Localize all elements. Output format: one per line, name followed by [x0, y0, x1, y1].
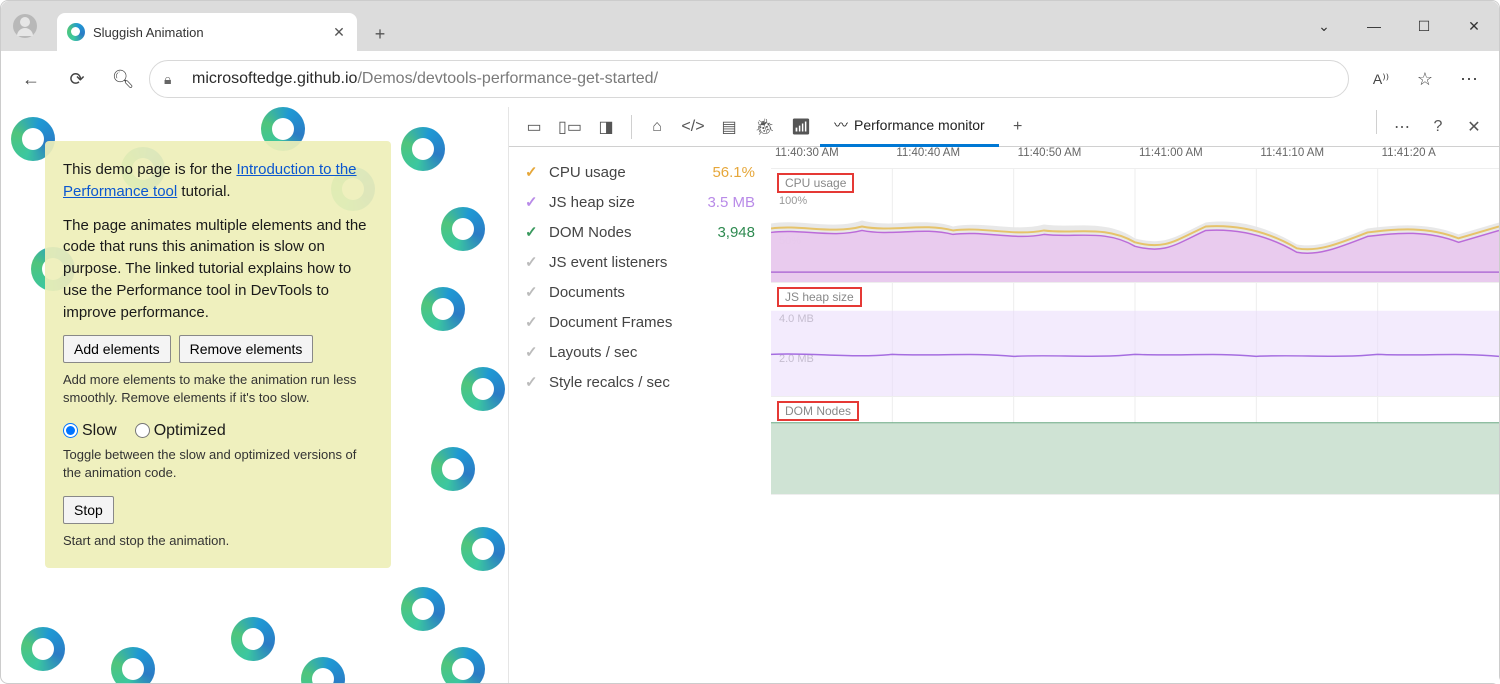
intro-text: This demo page is for the Introduction t… [63, 159, 373, 203]
console-tab-icon[interactable]: ▤ [712, 110, 746, 144]
chart-dom-nodes: DOM Nodes 4,000 2,000 [771, 397, 1499, 495]
dock-icon[interactable]: ◨ [589, 110, 623, 144]
demo-page: This demo page is for the Introduction t… [1, 107, 509, 683]
activity-icon: 〰 [834, 115, 848, 135]
metric-js-heap[interactable]: ✓JS heap size3.5 MB [509, 187, 771, 217]
radio-optimized[interactable]: Optimized [135, 422, 226, 440]
chart-js-badge: JS heap size [777, 287, 862, 307]
elements-help: Add more elements to make the animation … [63, 371, 373, 407]
charts-area: 11:40:30 AM11:40:40 AM11:40:50 AM11:41:0… [771, 147, 1499, 683]
back-button[interactable]: ← [11, 59, 51, 99]
info-panel: This demo page is for the Introduction t… [45, 141, 391, 568]
remove-elements-button[interactable]: Remove elements [179, 335, 314, 363]
window-close-button[interactable]: ✕ [1449, 1, 1499, 51]
add-elements-button[interactable]: Add elements [63, 335, 171, 363]
window-maximize-button[interactable]: ☐ [1399, 1, 1449, 51]
metrics-list: ✓CPU usage56.1% ✓JS heap size3.5 MB ✓DOM… [509, 147, 771, 683]
welcome-tab-icon[interactable]: ⌂ [640, 110, 674, 144]
browser-tab[interactable]: Sluggish Animation ✕ [57, 13, 357, 51]
chart-cpu-badge: CPU usage [777, 173, 854, 193]
toggle-help: Toggle between the slow and optimized ve… [63, 446, 373, 482]
avatar-icon [13, 14, 37, 38]
metric-style-recalcs[interactable]: ✓Style recalcs / sec [509, 367, 771, 397]
new-tab-button[interactable]: + [363, 17, 397, 51]
devtools-panel: ▭ ▯▭ ◨ ⌂ </> ▤ 🐞︎ 📶︎ 〰 Performance monit… [509, 107, 1499, 683]
radio-slow[interactable]: Slow [63, 422, 117, 440]
devtools-help-button[interactable]: ? [1421, 110, 1455, 144]
elements-tab-icon[interactable]: </> [676, 110, 710, 144]
metric-dom-nodes[interactable]: ✓DOM Nodes3,948 [509, 217, 771, 247]
devtools-close-button[interactable]: ✕ [1457, 110, 1491, 144]
device-emulation-icon[interactable]: ▯▭ [553, 110, 587, 144]
network-tab-icon[interactable]: 📶︎ [784, 110, 818, 144]
window-minimize-button[interactable]: — [1349, 1, 1399, 51]
chart-cpu: CPU usage 100% 50% [771, 169, 1499, 283]
tab-title: Sluggish Animation [93, 25, 323, 40]
debug-tab-icon[interactable]: 🐞︎ [748, 110, 782, 144]
metric-layouts[interactable]: ✓Layouts / sec [509, 337, 771, 367]
metric-cpu[interactable]: ✓CPU usage56.1% [509, 157, 771, 187]
browser-toolbar: ← ⟳ 🔍︎ 🔒︎ microsoftedge.github.io/Demos/… [1, 51, 1499, 107]
radio-optimized-input[interactable] [135, 423, 150, 438]
favorite-button[interactable]: ☆ [1405, 59, 1445, 99]
timestamps-row: 11:40:30 AM11:40:40 AM11:40:50 AM11:41:0… [771, 147, 1499, 169]
more-button[interactable]: ⋯ [1449, 59, 1489, 99]
body-text: The page animates multiple elements and … [63, 215, 373, 324]
window-overflow-button[interactable]: ⌄ [1299, 1, 1349, 51]
inspect-icon[interactable]: ▭ [517, 110, 551, 144]
add-tab-button[interactable]: + [1001, 110, 1035, 144]
stop-help: Start and stop the animation. [63, 532, 373, 550]
stop-button[interactable]: Stop [63, 496, 114, 524]
performance-monitor-tab[interactable]: 〰 Performance monitor [820, 107, 999, 147]
read-aloud-button[interactable]: A⁾⁾ [1361, 59, 1401, 99]
metric-documents[interactable]: ✓Documents [509, 277, 771, 307]
tab-label: Performance monitor [854, 117, 985, 133]
lock-icon: 🔒︎ [164, 71, 182, 88]
address-bar[interactable]: 🔒︎ microsoftedge.github.io/Demos/devtool… [149, 60, 1349, 98]
devtools-more-button[interactable]: ⋯ [1385, 110, 1419, 144]
profile-button[interactable] [1, 1, 49, 51]
chart-dom-badge: DOM Nodes [777, 401, 859, 421]
chart-js-heap: JS heap size 4.0 MB 2.0 MB [771, 283, 1499, 397]
tab-close-button[interactable]: ✕ [331, 24, 347, 40]
metric-document-frames[interactable]: ✓Document Frames [509, 307, 771, 337]
search-button[interactable]: 🔍︎ [103, 59, 143, 99]
refresh-button[interactable]: ⟳ [57, 59, 97, 99]
url-text: microsoftedge.github.io/Demos/devtools-p… [192, 70, 658, 88]
metric-event-listeners[interactable]: ✓JS event listeners [509, 247, 771, 277]
browser-titlebar: Sluggish Animation ✕ + ⌄ — ☐ ✕ [1, 1, 1499, 51]
radio-slow-input[interactable] [63, 423, 78, 438]
edge-favicon-icon [67, 23, 85, 41]
devtools-tabbar: ▭ ▯▭ ◨ ⌂ </> ▤ 🐞︎ 📶︎ 〰 Performance monit… [509, 107, 1499, 147]
